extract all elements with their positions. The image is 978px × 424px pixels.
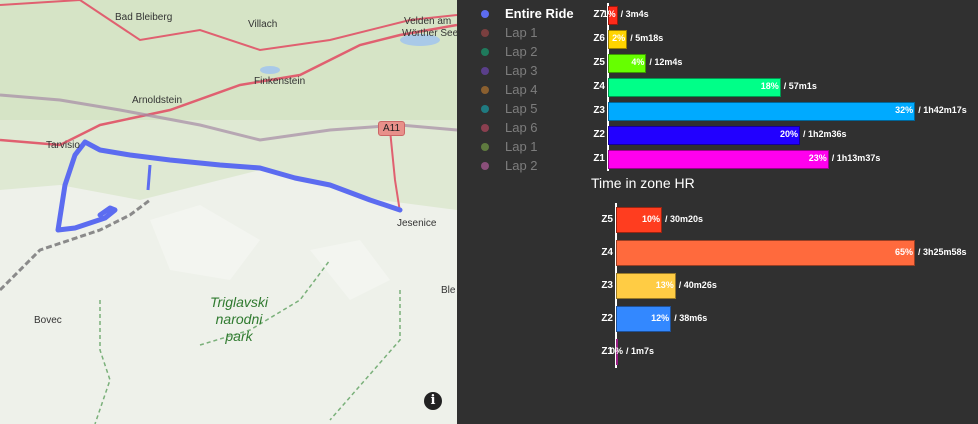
zone-label: Z4: [601, 246, 613, 258]
place-label: Wörther See: [402, 28, 457, 39]
legend-dot-icon: [481, 142, 489, 151]
zone-time-label: / 12m4s: [649, 57, 683, 67]
legend-item[interactable]: Lap 6: [481, 118, 574, 137]
legend-label: Lap 1: [505, 139, 538, 154]
zone-time-label: / 57m1s: [783, 81, 817, 91]
map-panel[interactable]: Bad Bleiberg Villach Velden am Wörther S…: [0, 0, 457, 424]
park-label-line: park: [225, 328, 253, 344]
legend-item[interactable]: Lap 4: [481, 80, 574, 99]
zone-percent-label: 65%: [894, 246, 913, 257]
zone-time-label: / 1h2m36s: [803, 129, 847, 139]
zone-percent-label: 4%: [631, 57, 645, 67]
zone-time-label: / 5m18s: [630, 33, 664, 43]
zone-percent-label: 13%: [655, 279, 674, 290]
info-icon[interactable]: i: [424, 392, 442, 410]
zone-percent-label: 2%: [612, 33, 626, 43]
zone-percent-label: 20%: [779, 129, 798, 139]
lap-legend: Entire Ride Lap 1 Lap 2 Lap 3 Lap 4 Lap 5 Lap …: [481, 4, 574, 175]
hr-zone-chart-title: Time in zone HR: [591, 175, 695, 191]
legend-dot-icon: [481, 85, 489, 94]
zone-label: Z1: [593, 153, 605, 164]
place-label: Bovec: [34, 315, 62, 326]
zone-bar[interactable]: [608, 149, 829, 169]
legend-label: Lap 3: [505, 63, 538, 78]
zone-time-label: / 38m6s: [674, 312, 708, 323]
legend-item[interactable]: Entire Ride: [481, 4, 574, 23]
legend-label: Lap 2: [505, 158, 538, 173]
place-label: Jesenice: [397, 218, 437, 229]
zone-percent-label: 32%: [895, 105, 914, 115]
place-label: Finkenstein: [254, 76, 306, 87]
zone-time-label: / 3m4s: [620, 9, 649, 19]
zone-time-label: / 1h42m17s: [918, 105, 967, 115]
legend-dot-icon: [481, 161, 489, 170]
zone-label: Z3: [601, 279, 613, 291]
zone-time-label: / 1h13m37s: [831, 153, 881, 163]
park-label: Triglavski narodni park: [204, 294, 274, 345]
zone-time-label: / 40m26s: [678, 279, 717, 290]
park-label-line: Triglavski: [209, 294, 269, 310]
legend-dot-icon: [481, 47, 489, 56]
legend-item[interactable]: Lap 2: [481, 156, 574, 175]
legend-item[interactable]: Lap 2: [481, 42, 574, 61]
map-background: [0, 0, 457, 424]
place-label: Ble: [441, 285, 456, 296]
zone-percent-label: 12%: [651, 312, 670, 323]
place-label: Bad Bleiberg: [115, 12, 173, 23]
legend-label: Lap 4: [505, 82, 538, 97]
park-label-line: narodni: [215, 311, 263, 327]
legend-dot-icon: [481, 123, 489, 132]
zone-percent-label: 0%: [609, 345, 623, 356]
legend-item[interactable]: Lap 1: [481, 137, 574, 156]
legend-label: Lap 2: [505, 44, 538, 59]
zone-time-label: / 30m20s: [665, 213, 704, 224]
legend-label: Lap 6: [505, 120, 538, 135]
legend-label: Lap 5: [505, 101, 538, 116]
place-label: Velden am: [404, 16, 452, 27]
legend-dot-icon: [481, 66, 489, 75]
legend-label: Lap 1: [505, 25, 538, 40]
zone-label: Z3: [593, 105, 605, 116]
legend-dot-icon: [481, 104, 489, 113]
zone-bar[interactable]: [616, 239, 915, 266]
legend-item[interactable]: Lap 3: [481, 61, 574, 80]
legend-item[interactable]: Lap 1: [481, 23, 574, 42]
legend-dot-icon: [481, 9, 489, 18]
zone-time-label: / 1m7s: [626, 345, 655, 356]
zone-time-label: / 3h25m58s: [918, 246, 967, 257]
zone-percent-label: 10%: [641, 213, 660, 224]
zone-label: Z4: [593, 81, 605, 92]
zone-label: Z5: [601, 213, 613, 225]
place-label: Arnoldstein: [132, 95, 183, 106]
legend-dot-icon: [481, 28, 489, 37]
zone-bar[interactable]: [608, 101, 916, 121]
place-label: Villach: [248, 19, 278, 30]
zone-label: Z2: [593, 129, 605, 140]
road-badge: A11: [378, 121, 406, 136]
place-label: Tarvisio: [46, 140, 80, 151]
legend-item[interactable]: Lap 5: [481, 99, 574, 118]
zone-label: Z5: [593, 57, 605, 68]
zone-percent-label: 1%: [602, 9, 616, 19]
legend-label: Entire Ride: [505, 6, 574, 21]
zone-percent-label: 23%: [808, 153, 827, 163]
zone-percent-label: 18%: [760, 81, 779, 91]
zone-label: Z2: [601, 312, 613, 324]
